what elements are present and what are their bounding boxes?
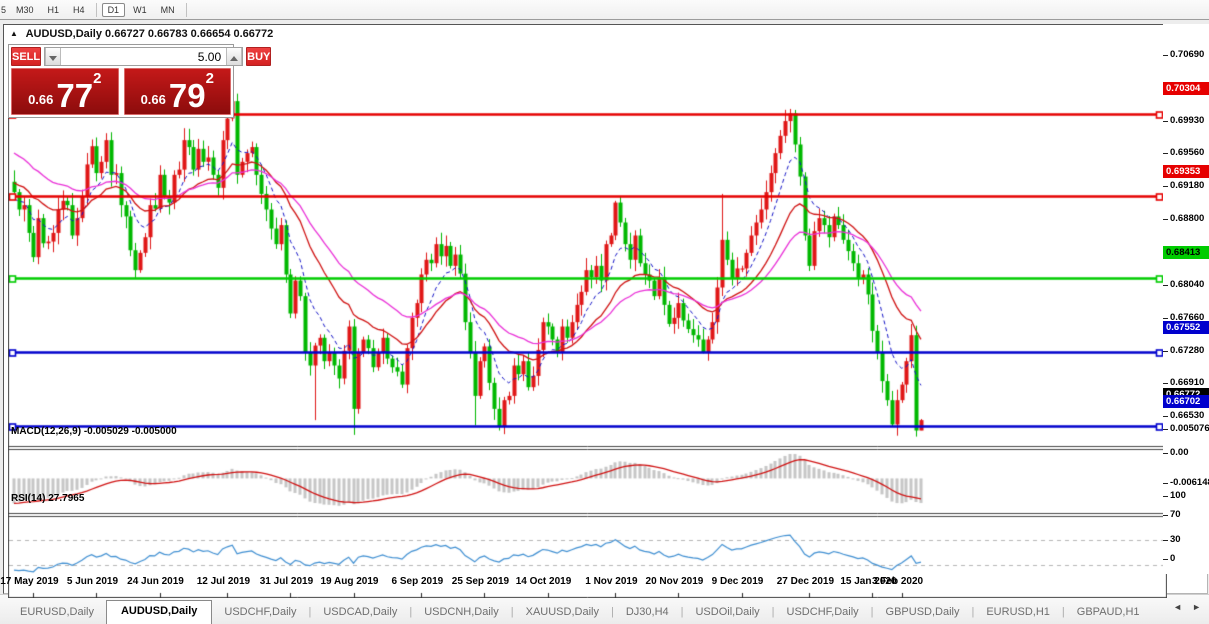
hline-price-label: 0.66702 [1163,395,1209,408]
tab-xauusd-daily[interactable]: XAUUSD,Daily [514,602,611,624]
chart-ohlc-values: 0.66727 0.66783 0.66654 0.66772 [105,28,273,40]
tab-scroll-left-icon[interactable]: ◄ [1173,602,1182,612]
price-axis[interactable]: 0.706900.699300.695600.691800.688000.680… [1163,24,1209,574]
sell-button[interactable]: SELL [11,47,41,66]
tab-scroll-right-icon[interactable]: ► [1192,602,1201,612]
tab-scroll-arrows: ◄ ► [1169,594,1209,624]
timeframe-m30[interactable]: M30 [10,3,40,17]
timeframe-w1[interactable]: W1 [127,3,153,17]
macd-indicator-label: MACD(12,26,9) -0.005029 -0.005000 [11,426,177,437]
bid-price-main: 77 [56,81,93,111]
triangle-up-icon [230,56,238,61]
rsi-indicator-label: RSI(14) 27.7965 [11,493,84,504]
tab-gbpusd-daily[interactable]: GBPUSD,Daily [874,602,972,624]
timeframe-buttons: M30H1H4 D1W1MN [9,3,191,17]
tab-usdcad-daily[interactable]: USDCAD,Daily [311,602,409,624]
bid-price-box[interactable]: 0.66 77 2 [11,68,119,115]
toolbar-separator [186,3,187,17]
timeframe-h4[interactable]: H4 [67,3,91,17]
tab-dj30-h4[interactable]: DJ30,H4 [614,602,681,624]
tab-usdoil-daily[interactable]: USDOil,Daily [683,602,771,624]
hline-price-label: 0.67552 [1163,321,1209,334]
ask-price-box[interactable]: 0.66 79 2 [124,68,232,115]
volume-decrease-button[interactable] [45,48,61,65]
panel-collapse-arrow-icon[interactable]: ▲ [10,29,18,38]
hline-price-label: 0.69353 [1163,165,1209,178]
volume-input[interactable] [61,48,226,65]
timeframe-toolbar: 5 M30H1H4 D1W1MN [0,0,1209,20]
ask-price-prefix: 0.66 [141,92,166,107]
timeframe-d1[interactable]: D1 [102,3,126,17]
bid-price-pipette: 2 [93,70,101,87]
chart-tab-bar: EURUSD,DailyAUDUSD,DailyUSDCHF,Daily|USD… [0,594,1209,624]
hline-price-label: 0.68413 [1163,246,1209,259]
hline-price-label: 0.70304 [1163,82,1209,95]
tab-audusd-daily[interactable]: AUDUSD,Daily [106,600,212,624]
one-click-trading-panel: SELL BUY 0.66 77 2 0.66 79 2 [8,44,234,118]
timeframe-mn[interactable]: MN [155,3,181,17]
ask-price-pipette: 2 [206,70,214,87]
chart-canvas[interactable] [8,50,1167,598]
buy-button[interactable]: BUY [246,47,271,66]
volume-increase-button[interactable] [226,48,242,65]
bid-price-prefix: 0.66 [28,92,53,107]
timeframe-m5-partial[interactable]: 5 [0,3,9,17]
timeframe-h1[interactable]: H1 [42,3,66,17]
tab-gbpaud-h1[interactable]: GBPAUD,H1 [1065,602,1152,624]
date-label: 3 Feb 2020 [853,576,943,587]
chart-symbol-label: AUDUSD,Daily [26,28,102,40]
tab-usdchf-daily[interactable]: USDCHF,Daily [212,602,308,624]
tab-usdchf-daily[interactable]: USDCHF,Daily [775,602,871,624]
date-axis[interactable]: 17 May 20195 Jun 201924 Jun 201912 Jul 2… [0,574,1209,592]
volume-spinner [44,47,243,66]
triangle-down-icon [49,56,57,61]
chart-tabs: EURUSD,DailyAUDUSD,DailyUSDCHF,Daily|USD… [0,598,1169,624]
chart-title: ▲ AUDUSD,Daily 0.66727 0.66783 0.66654 0… [10,28,273,40]
tab-usdcnh-daily[interactable]: USDCNH,Daily [412,602,511,624]
tab-eurusd-daily[interactable]: EURUSD,Daily [8,602,106,624]
tab-eurusd-h1[interactable]: EURUSD,H1 [974,602,1062,624]
ask-price-main: 79 [169,81,206,111]
toolbar-separator [96,3,97,17]
